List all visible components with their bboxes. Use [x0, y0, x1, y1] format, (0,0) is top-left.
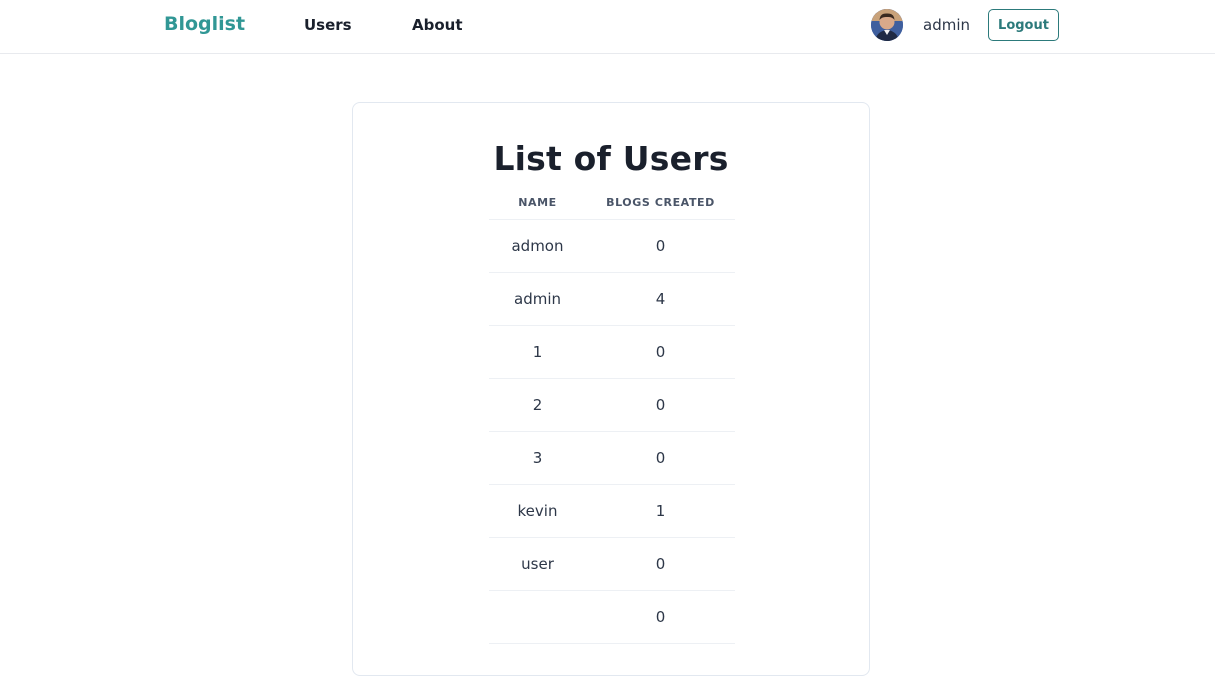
blogs-count-cell: 1: [586, 484, 735, 538]
table-row: 3 0: [489, 431, 735, 485]
page-title: List of Users: [493, 139, 729, 178]
nav-about-link[interactable]: About: [412, 16, 463, 34]
avatar-photo-icon: [871, 9, 903, 41]
table-row: 1 0: [489, 325, 735, 379]
column-header-blogs-created: Blogs Created: [586, 187, 735, 220]
table-row: admin 4: [489, 272, 735, 326]
blogs-count-cell: 0: [586, 219, 735, 273]
current-username: admin: [923, 16, 970, 34]
logout-button[interactable]: Logout: [988, 9, 1059, 41]
table-row: kevin 1: [489, 484, 735, 538]
blogs-count-cell: 0: [586, 590, 735, 644]
table-row: admon 0: [489, 219, 735, 273]
blogs-count-cell: 0: [586, 537, 735, 591]
blogs-count-cell: 0: [586, 378, 735, 432]
user-name-cell[interactable]: admon: [489, 219, 586, 273]
table-row: user 0: [489, 537, 735, 591]
user-name-cell[interactable]: 1: [489, 325, 586, 379]
user-avatar[interactable]: [871, 9, 903, 41]
user-name-cell[interactable]: admin: [489, 272, 586, 326]
brand-link[interactable]: Bloglist: [164, 13, 245, 35]
blogs-count-cell: 0: [586, 325, 735, 379]
table-row: 2 0: [489, 378, 735, 432]
blogs-count-cell: 0: [586, 431, 735, 485]
navbar: Bloglist Users About admin Logout: [0, 0, 1215, 54]
blogs-count-cell: 4: [586, 272, 735, 326]
user-name-cell[interactable]: user: [489, 537, 586, 591]
nav-users-link[interactable]: Users: [304, 16, 352, 34]
user-name-cell[interactable]: [489, 590, 586, 644]
table-row: 0: [489, 590, 735, 644]
user-name-cell[interactable]: 2: [489, 378, 586, 432]
table-header-row: Name Blogs Created: [489, 187, 735, 220]
users-table: Name Blogs Created admon 0 admin 4 1 0 2…: [489, 187, 735, 644]
user-name-cell[interactable]: 3: [489, 431, 586, 485]
user-name-cell[interactable]: kevin: [489, 484, 586, 538]
users-card: List of Users Name Blogs Created admon 0…: [352, 102, 870, 676]
column-header-name: Name: [489, 187, 586, 220]
